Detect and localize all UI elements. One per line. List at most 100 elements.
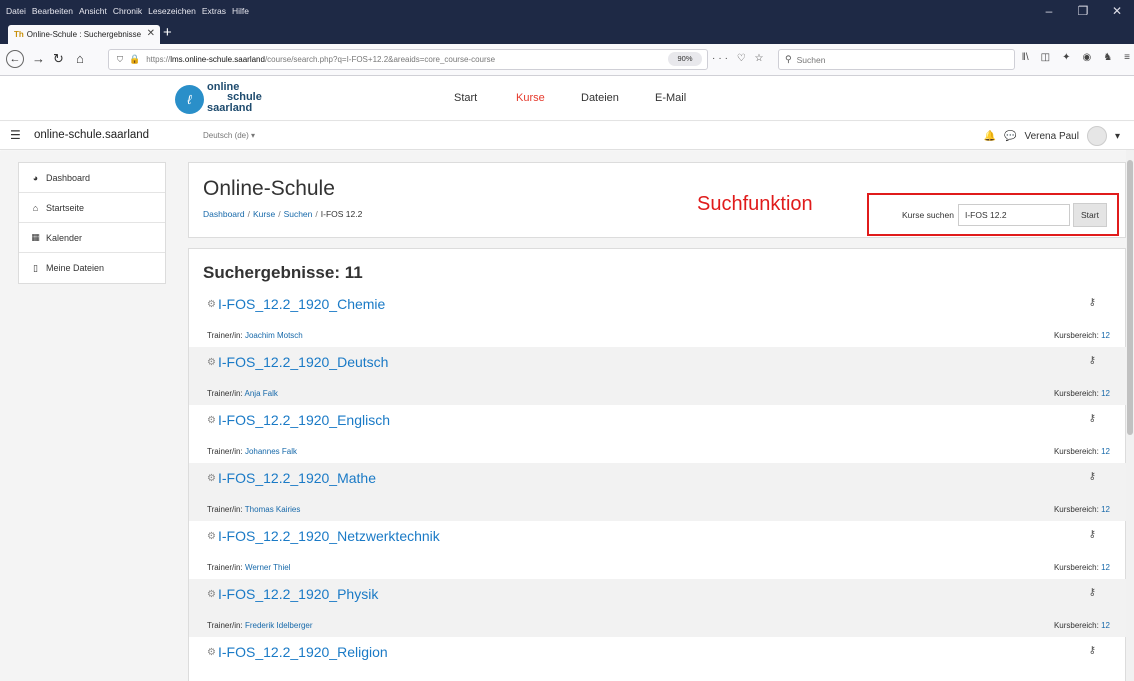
menu-chronik[interactable]: Chronik [113,6,142,16]
browser-tab[interactable]: Th Online-Schule : Suchergebnisse ✕ [8,25,160,44]
course-link[interactable]: I-FOS_12.2_1920_Chemie [218,296,385,312]
category-link[interactable]: 12 [1101,447,1110,456]
extension-icon[interactable]: ✦ [1062,52,1070,63]
course-icon: ⚙ [207,357,216,368]
sidebar-item-dashboard[interactable]: ◕ Dashboard [19,163,165,193]
list-item: ⚙ I-FOS_12.2_1920_Deutsch ⚷ Trainer/in: … [189,347,1126,405]
zoom-indicator[interactable]: 90% [668,52,702,66]
lock-icon: 🔒 [129,54,141,64]
url-prefix: https:// [146,55,171,64]
category-link[interactable]: 12 [1101,389,1110,398]
breadcrumb-suchen[interactable]: Suchen [284,209,313,219]
menu-ansicht[interactable]: Ansicht [79,6,107,16]
home-icon[interactable]: ⌂ [76,51,84,67]
menu-extras[interactable]: Extras [202,6,226,16]
site-logo[interactable]: ℓ online schule saarland [175,80,285,118]
trainer-link[interactable]: Anja Falk [245,389,278,398]
site-name-link[interactable]: online-schule.saarland [34,129,149,141]
trainer-link[interactable]: Johannes Falk [245,447,297,456]
trainer-info: Trainer/in: Anja Falk [207,389,278,398]
caret-down-icon: ▾ [1114,130,1120,142]
course-icon: ⚙ [207,473,216,484]
key-icon: ⚷ [1088,413,1096,424]
browser-search-box[interactable]: ⚲ Suchen [778,49,1015,70]
course-icon: ⚙ [207,415,216,426]
sidebar-item-meine-dateien[interactable]: ▯ Meine Dateien [19,253,165,283]
course-search-form: Kurse suchen Start [902,203,1107,227]
trainer-label: Trainer/in: [207,505,243,514]
category-label: Kursbereich: [1053,447,1099,456]
trainer-label: Trainer/in: [207,389,243,398]
url-bar[interactable]: ⛉ 🔒 https:// lms.online-schule.saarland … [108,49,708,70]
nav-kurse[interactable]: Kurse [516,92,545,104]
home-icon: ⌂ [32,202,39,213]
close-window-button[interactable]: ✕ [1100,4,1134,18]
menu-datei[interactable]: Datei [6,6,26,16]
category-info: Kursbereich: 12 [1054,389,1110,398]
list-item: ⚙ I-FOS_12.2_1920_Chemie ⚷ Trainer/in: J… [189,289,1126,347]
page-scrollbar[interactable] [1126,150,1134,681]
nav-start[interactable]: Start [454,92,477,104]
course-search-button[interactable]: Start [1072,203,1107,227]
category-label: Kursbereich: [1053,331,1099,340]
chat-icon[interactable]: 💬 [1004,131,1016,142]
breadcrumb-kurse[interactable]: Kurse [253,209,275,219]
logo-icon: ℓ [175,85,204,114]
minimize-button[interactable]: – [1032,4,1066,18]
trainer-link[interactable]: Werner Thiel [245,563,291,572]
results-list: ⚙ I-FOS_12.2_1920_Chemie ⚷ Trainer/in: J… [189,289,1126,681]
new-tab-icon[interactable]: + [163,24,172,41]
library-icon[interactable]: ‖\ [1022,52,1029,63]
category-info: Kursbereich: 12 [1054,447,1110,456]
back-icon[interactable]: ← [6,50,24,68]
addon-icon[interactable]: ♞ [1103,52,1112,63]
scrollbar-thumb[interactable] [1127,160,1133,435]
breadcrumb-current: I-FOS 12.2 [320,209,363,219]
course-link[interactable]: I-FOS_12.2_1920_Netzwerktechnik [218,528,440,544]
avatar [1086,126,1107,146]
nav-drawer: ◕ Dashboard ⌂ Startseite ▦ Kalender ▯ Me… [18,162,166,284]
open-menu-icon[interactable]: ≡ [1124,52,1130,63]
breadcrumb-dashboard[interactable]: Dashboard [203,209,245,219]
course-link[interactable]: I-FOS_12.2_1920_Religion [218,644,388,660]
bell-icon[interactable]: 🔔 [984,131,996,142]
category-link[interactable]: 12 [1101,563,1110,572]
menu-bearbeiten[interactable]: Bearbeiten [32,6,73,16]
key-icon: ⚷ [1088,297,1096,308]
sidebar-toggle-icon[interactable]: ◫ [1041,52,1050,63]
breadcrumb-separator: / [247,209,250,219]
breadcrumb: Dashboard / Kurse / Suchen / I-FOS 12.2 [203,209,362,219]
menu-lesezeichen[interactable]: Lesezeichen [148,6,196,16]
privacy-icon[interactable]: ◉ [1082,52,1091,63]
category-link[interactable]: 12 [1101,621,1110,630]
sidebar-item-kalender[interactable]: ▦ Kalender [19,223,165,253]
close-tab-icon[interactable]: ✕ [147,28,155,39]
nav-email[interactable]: E-Mail [655,92,686,104]
trainer-label: Trainer/in: [207,331,243,340]
trainer-link[interactable]: Thomas Kairies [245,505,301,514]
site-header: ℓ online schule saarland Start Kurse Dat… [0,77,1134,121]
course-link[interactable]: I-FOS_12.2_1920_Mathe [218,470,376,486]
url-host: lms.online-schule.saarland [170,55,265,64]
sidebar-item-startseite[interactable]: ⌂ Startseite [19,193,165,223]
course-link[interactable]: I-FOS_12.2_1920_Deutsch [218,354,388,370]
page-actions-icon[interactable]: ··· ♡ ☆ [712,53,766,64]
reload-icon[interactable]: ↻ [53,51,64,67]
nav-dateien[interactable]: Dateien [581,92,619,104]
category-link[interactable]: 12 [1101,331,1110,340]
trainer-label: Trainer/in: [207,563,243,572]
trainer-link[interactable]: Frederik Idelberger [245,621,313,630]
category-link[interactable]: 12 [1101,505,1110,514]
course-link[interactable]: I-FOS_12.2_1920_Englisch [218,412,390,428]
maximize-button[interactable]: ❐ [1066,4,1100,18]
language-selector[interactable]: Deutsch (de) ▾ [203,131,255,140]
trainer-link[interactable]: Joachim Motsch [245,331,303,340]
hamburger-menu-icon[interactable]: ☰ [10,128,21,142]
list-item: ⚙ I-FOS_12.2_1920_Physik ⚷ Trainer/in: F… [189,579,1126,637]
course-search-input[interactable] [957,204,1070,226]
user-menu[interactable]: 🔔 💬 Verena Paul ▾ [984,126,1120,146]
menu-hilfe[interactable]: Hilfe [232,6,249,16]
sidebar-item-label: Kalender [46,232,83,243]
course-link[interactable]: I-FOS_12.2_1920_Physik [218,586,378,602]
forward-icon[interactable]: → [32,51,45,67]
